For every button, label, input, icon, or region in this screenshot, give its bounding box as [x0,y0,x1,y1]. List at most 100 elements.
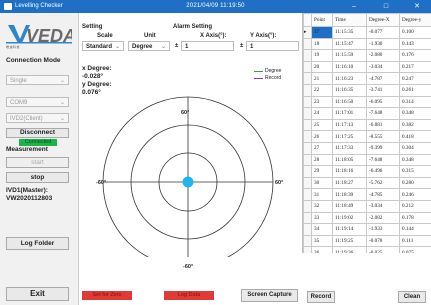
cell-time: 11:17:13 [332,118,367,132]
table-row[interactable]: ▸ 17 11:15:35 -0.077 0.100 [303,26,431,39]
scale-value: Standard [86,44,113,50]
record-button[interactable]: Record [307,291,335,303]
close-button[interactable]: ✕ [406,0,428,13]
table-row[interactable]: 32 11:18:49 -3.034 0.212 [303,199,431,213]
table-row[interactable]: 30 11:18:27 -5.762 0.280 [303,176,431,190]
row-selector[interactable] [303,246,312,253]
cell-degree-y: 0.382 [399,118,431,132]
maximize-button[interactable]: □ [375,0,397,13]
cell-time: 11:16:23 [332,72,367,85]
cell-degree-y: 0.212 [399,199,431,213]
connection-status-badge: Connected [19,139,57,146]
legend-degree-label: Degree [265,68,282,74]
unit-select[interactable]: Degree ⌄ [128,41,170,51]
chevron-down-icon: ⌄ [59,100,65,106]
table-row[interactable]: 27 11:17:33 -9.399 0.304 [303,141,431,155]
table-row[interactable]: 20 11:16:10 -3.034 0.217 [303,60,431,74]
port-select[interactable]: COM9 ⌄ [6,97,69,107]
table-row[interactable]: 21 11:16:23 -4.787 0.247 [303,72,431,85]
row-selector[interactable]: ▸ [303,26,312,39]
row-selector[interactable] [303,130,312,143]
table-row[interactable]: 35 11:19:25 -0.078 0.111 [303,234,431,248]
cell-point: 24 [311,107,333,120]
table-row[interactable]: 24 11:17:01 -7.648 0.348 [303,107,431,120]
legend-degree-swatch [254,71,263,72]
cell-time: 11:16:50 [332,95,367,109]
cell-degree-x: -2.080 [366,49,400,62]
row-selector[interactable] [303,223,312,236]
chevron-down-icon: ⌄ [160,44,166,50]
row-selector[interactable] [303,153,312,167]
set-zero-button[interactable]: Set for Zero [82,291,132,300]
row-selector[interactable] [303,95,312,109]
row-selector[interactable] [303,176,312,190]
unit-value: Degree [132,44,153,50]
chevron-down-icon: ⌄ [59,78,65,84]
log-data-button[interactable]: Log Data [164,291,214,300]
cell-time: 11:18:39 [332,188,367,201]
table-row[interactable]: 22 11:16:35 -3.741 0.261 [303,83,431,97]
col-point-header: Point [311,13,333,27]
row-selector[interactable] [303,107,312,120]
x-axis-input[interactable]: 1 [181,41,234,51]
data-table: Point Time Degree-X Degree-y ▸ 17 11:15:35… [303,13,431,253]
tick-top-label: 60° [181,110,189,116]
table-row[interactable]: 36 11:19:36 -0.025 0.075 [303,246,431,253]
table-row[interactable]: 28 11:18:05 -7.648 0.348 [303,153,431,167]
cell-degree-x: -7.648 [366,107,400,120]
row-selector[interactable] [303,165,312,178]
screen-capture-button[interactable]: Screen Capture [241,289,298,302]
row-selector[interactable] [303,72,312,85]
cell-time: 11:19:36 [332,246,367,253]
row-selector[interactable] [303,141,312,155]
row-selector[interactable] [303,83,312,97]
cell-degree-y: 0.217 [399,60,431,74]
clean-button[interactable]: Clean [398,291,426,303]
cell-point: 36 [311,246,333,253]
cell-time: 11:18:16 [332,165,367,178]
x-degree-label: x Degree: [82,65,112,72]
table-row[interactable]: 29 11:18:16 -6.496 0.315 [303,165,431,178]
table-row[interactable]: 31 11:18:39 -4.785 0.246 [303,188,431,201]
cell-point: 19 [311,49,333,62]
y-degree-value: 0.076° [82,89,101,96]
table-row[interactable]: 34 11:19:14 -1.933 0.144 [303,223,431,236]
cell-degree-x: -3.741 [366,83,400,97]
table-row[interactable]: 26 11:17:25 -8.555 0.418 [303,130,431,143]
device-select[interactable]: IVD2(Client) ⌄ [6,113,69,123]
clock-display: 2021/04/09 11:19:50 [186,3,245,9]
table-row[interactable]: 18 11:15:47 -1.930 0.143 [303,37,431,51]
row-selector[interactable] [303,49,312,62]
port-value: COM9 [10,100,28,106]
y-plus-minus: ± [240,43,244,49]
row-selector[interactable] [303,199,312,213]
table-row[interactable]: 25 11:17:13 -6.881 0.382 [303,118,431,132]
minimize-button[interactable]: – [343,0,365,13]
start-button[interactable]: start [6,157,69,168]
y-axis-input[interactable]: 1 [246,41,299,51]
cell-time: 11:15:59 [332,49,367,62]
cell-degree-y: 0.144 [399,223,431,236]
row-selector[interactable] [303,188,312,201]
cell-degree-x: -0.078 [366,234,400,248]
x-axis-label: X Axis(°): [200,33,227,39]
row-selector[interactable] [303,118,312,132]
stop-button[interactable]: stop [6,172,69,183]
cell-degree-y: 0.304 [399,141,431,155]
table-row[interactable]: 23 11:16:50 -6.095 0.314 [303,95,431,109]
row-selector[interactable] [303,211,312,225]
x-plus-minus: ± [175,43,179,49]
cell-degree-x: -5.762 [366,176,400,190]
row-selector[interactable] [303,60,312,74]
exit-button[interactable]: Exit [6,287,69,301]
table-row[interactable]: 19 11:15:59 -2.080 0.176 [303,49,431,62]
log-folder-button[interactable]: Log Folder [6,237,69,250]
row-selector[interactable] [303,37,312,51]
row-selector[interactable] [303,234,312,248]
cell-point: 26 [311,130,333,143]
scale-select[interactable]: Standard ⌄ [82,41,124,51]
disconnect-button[interactable]: Disconnect [6,128,69,138]
data-table-panel: Point Time Degree-X Degree-y ▸ 17 11:15:35… [302,13,431,253]
connection-mode-select[interactable]: Single ⌄ [6,75,69,85]
table-row[interactable]: 33 11:19:02 -2.082 0.178 [303,211,431,225]
